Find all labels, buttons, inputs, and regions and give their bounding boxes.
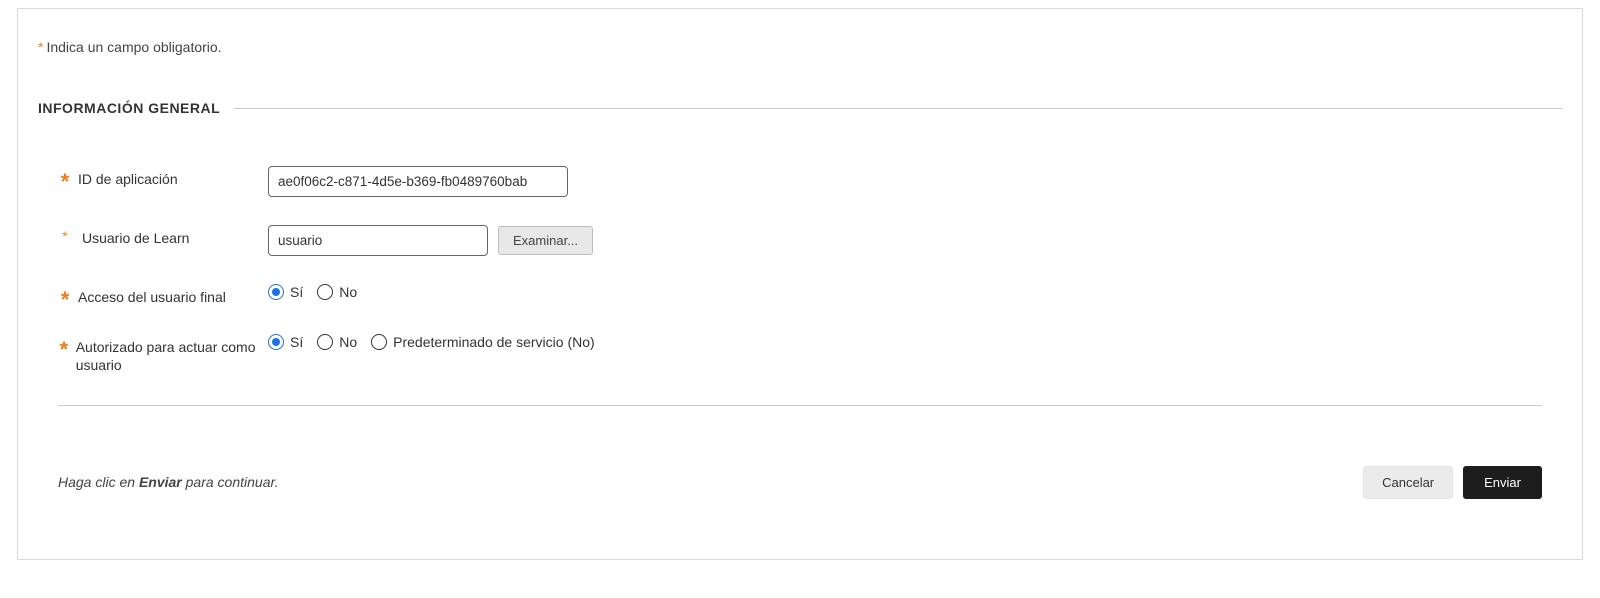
- submit-button[interactable]: Enviar: [1463, 466, 1542, 499]
- radio-icon: [317, 334, 333, 350]
- radio-label: No: [339, 284, 357, 300]
- radio-selected-icon: [268, 334, 284, 350]
- footer-buttons: Cancelar Enviar: [1363, 466, 1542, 499]
- footer-hint: Haga clic en Enviar para continuar.: [58, 474, 279, 490]
- asterisk-icon: *: [38, 39, 43, 55]
- footer-row: Haga clic en Enviar para continuar. Canc…: [38, 466, 1562, 499]
- act-as-user-yes[interactable]: Sí: [268, 334, 303, 350]
- radio-label: Predeterminado de servicio (No): [393, 334, 595, 350]
- radio-icon: [317, 284, 333, 300]
- radio-label: Sí: [290, 284, 303, 300]
- end-user-access-yes[interactable]: Sí: [268, 284, 303, 300]
- field-row-app-id: * ID de aplicación: [58, 166, 1542, 197]
- form-divider: [58, 405, 1542, 406]
- app-id-input[interactable]: [268, 166, 568, 197]
- form-panel: *Indica un campo obligatorio. INFORMACIÓ…: [17, 8, 1583, 560]
- footer-hint-strong: Enviar: [139, 474, 182, 490]
- field-row-act-as-user: * Autorizado para actuar como usuario Sí…: [58, 334, 1542, 374]
- label-learn-user-text: Usuario de Learn: [82, 229, 189, 247]
- label-end-user-access: * Acceso del usuario final: [58, 284, 268, 306]
- act-as-user-radio-group: Sí No Predeterminado de servicio (No): [268, 334, 595, 350]
- required-asterisk-icon: *: [58, 343, 70, 357]
- end-user-access-no[interactable]: No: [317, 284, 357, 300]
- required-asterisk-icon: *: [58, 175, 72, 189]
- label-learn-user: * Usuario de Learn: [58, 225, 268, 247]
- radio-label: Sí: [290, 334, 303, 350]
- required-asterisk-icon: *: [58, 229, 72, 243]
- section-header: INFORMACIÓN GENERAL: [38, 100, 1562, 116]
- act-as-user-default[interactable]: Predeterminado de servicio (No): [371, 334, 595, 350]
- radio-icon: [371, 334, 387, 350]
- section-title: INFORMACIÓN GENERAL: [38, 100, 220, 116]
- label-app-id-text: ID de aplicación: [78, 170, 178, 188]
- footer-hint-suffix: para continuar.: [182, 474, 279, 490]
- section-divider: [234, 108, 1562, 109]
- radio-selected-icon: [268, 284, 284, 300]
- field-row-end-user-access: * Acceso del usuario final Sí No: [58, 284, 1542, 306]
- learn-user-input[interactable]: [268, 225, 488, 256]
- act-as-user-no[interactable]: No: [317, 334, 357, 350]
- label-act-as-user-text: Autorizado para actuar como usuario: [76, 338, 268, 374]
- required-note-text: Indica un campo obligatorio.: [46, 39, 221, 55]
- cancel-button[interactable]: Cancelar: [1363, 466, 1453, 499]
- end-user-access-radio-group: Sí No: [268, 284, 357, 300]
- radio-label: No: [339, 334, 357, 350]
- field-row-learn-user: * Usuario de Learn Examinar...: [58, 225, 1542, 256]
- footer-hint-prefix: Haga clic en: [58, 474, 139, 490]
- label-end-user-access-text: Acceso del usuario final: [78, 288, 226, 306]
- label-app-id: * ID de aplicación: [58, 166, 268, 188]
- required-asterisk-icon: *: [58, 293, 72, 307]
- label-act-as-user: * Autorizado para actuar como usuario: [58, 334, 268, 374]
- required-fields-note: *Indica un campo obligatorio.: [38, 39, 1562, 55]
- browse-button[interactable]: Examinar...: [498, 226, 593, 255]
